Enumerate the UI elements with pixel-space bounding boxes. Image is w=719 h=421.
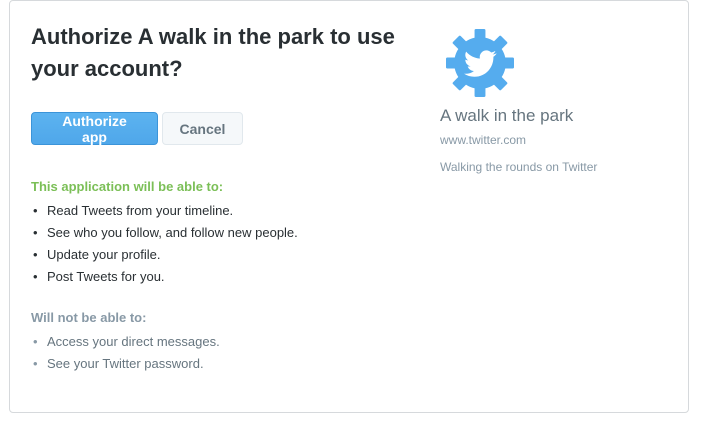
list-item: See your Twitter password. [31,353,220,375]
cannot-permissions-list: Access your direct messages. See your Tw… [31,331,220,375]
oauth-authorize-card: Authorize A walk in the park to use your… [9,0,689,413]
list-item: Access your direct messages. [31,331,220,353]
list-item: Update your profile. [31,244,298,266]
action-buttons: Authorize app Cancel [31,112,243,145]
can-permissions-heading: This application will be able to: [31,179,224,194]
page-title: Authorize A walk in the park to use your… [31,24,395,81]
list-item: Read Tweets from your timeline. [31,200,298,222]
can-permissions-list: Read Tweets from your timeline. See who … [31,200,298,288]
app-name: A walk in the park [440,106,574,125]
app-url: www.twitter.com [440,133,527,147]
app-description: Walking the rounds on Twitter [440,160,598,174]
list-item: See who you follow, and follow new peopl… [31,222,298,244]
cannot-permissions-heading: Will not be able to: [31,310,147,325]
gear-twitter-bird-icon [446,29,514,97]
cancel-button[interactable]: Cancel [162,112,243,145]
list-item: Post Tweets for you. [31,266,298,288]
authorize-app-button[interactable]: Authorize app [31,112,158,145]
